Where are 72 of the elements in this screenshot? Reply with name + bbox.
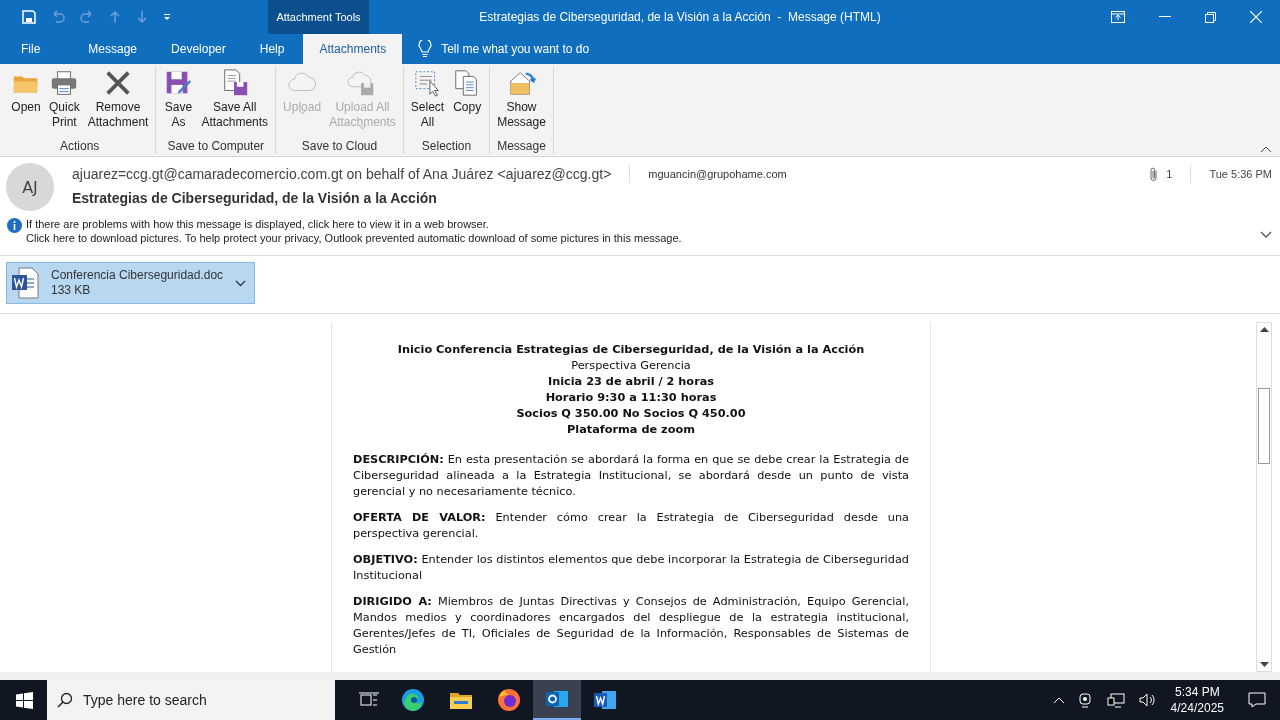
ribbon-display-icon[interactable] <box>1111 11 1125 23</box>
group-label: Selection <box>420 139 473 154</box>
ribbon-tab[interactable]: Message <box>75 34 151 64</box>
webcam-icon[interactable] <box>1078 692 1093 708</box>
info-bar-message[interactable]: If there are problems with how this message is displayed, click here to view it in a web browser. <box>26 217 1260 231</box>
ribbon-button[interactable]: Save All Attachments <box>197 66 273 139</box>
ribbon-tab[interactable]: File <box>8 34 54 64</box>
avatar: AJ <box>6 163 54 211</box>
collapse-ribbon-icon[interactable] <box>1260 146 1272 153</box>
clock-date[interactable]: 4/24/2025 <box>1170 700 1224 716</box>
group-label: Save to Cloud <box>300 139 379 154</box>
word-document-icon <box>11 267 39 299</box>
ribbon-button[interactable]: Copy <box>448 66 487 139</box>
sender: ajuarez=ccg.gt@camaradecomercio.com.gt on behalf of Ana Juárez <ajuarez@ccg.gt> <box>72 166 612 182</box>
body-paragraph: OFERTA DE VALOR: Entender cómo crear la Estrategia de Ciberseguridad desde una perspectiva gerencial. <box>353 510 909 542</box>
customize-icon[interactable] <box>162 12 172 22</box>
chevron-down-icon[interactable] <box>235 279 247 287</box>
restore-icon[interactable] <box>1205 11 1216 23</box>
search-icon <box>57 692 73 708</box>
recipient: mguancin@grupohame.com <box>648 168 787 180</box>
save-icon[interactable] <box>21 9 37 25</box>
chevron-up-icon[interactable] <box>1052 696 1065 704</box>
ribbon-button[interactable]: Open <box>7 66 45 139</box>
minimize-icon[interactable] <box>1159 16 1171 18</box>
fox-icon <box>496 687 522 713</box>
attachment-count: 1 <box>1166 168 1173 180</box>
lightbulb-icon <box>418 40 433 58</box>
body-paragraph: DESCRIPCIÓN: En esta presentación se abordará la forma en que se debe crear la Estrategia de Ciberseguridad alineada a la Estrategia Institucional, se abordará desde un punto de vista gerencial y no necesariamente técnico. <box>353 452 909 500</box>
ribbon-button[interactable]: Quick Print <box>45 66 84 139</box>
ribbon-button[interactable]: Select All <box>406 66 449 139</box>
scroll-up-icon[interactable] <box>1259 326 1269 332</box>
subject: Estrategias de Ciberseguridad, de la Visión a la Acción <box>72 190 438 206</box>
group-label: Save to Computer <box>166 139 266 154</box>
scroll-down-icon[interactable] <box>1259 662 1269 668</box>
ribbon-button[interactable]: Save As <box>159 66 198 139</box>
attachment-size: 133 KB <box>51 283 92 298</box>
window-title: Estrategias de Ciberseguridad, de la Visión a la Acción - Message (HTML) <box>478 10 882 24</box>
event-detail-line: Inicia 23 de abril / 2 horas <box>546 374 716 390</box>
tell-me-field[interactable]: Tell me what you want to do <box>441 42 590 56</box>
attachment-name: Conferencia Ciberseguridad.doc <box>51 268 224 283</box>
info-bar-message[interactable]: Click here to download pictures. To help protect your privacy, Outlook prevented automatic download of some pictures in this message. <box>26 231 1260 245</box>
browser-icon <box>400 687 426 713</box>
ribbon-button[interactable]: Remove Attachment <box>83 66 153 139</box>
start-icon[interactable] <box>16 691 33 709</box>
ribbon-tab[interactable]: Help <box>246 34 298 64</box>
event-detail-line: Plataforma de zoom <box>566 422 696 438</box>
chevron-down-icon[interactable] <box>1260 231 1272 238</box>
speaker-icon[interactable] <box>1138 692 1157 708</box>
close-icon[interactable] <box>1250 11 1262 23</box>
ribbon-button[interactable]: Show Message <box>493 66 550 139</box>
event-detail-line: Horario 9:30 a 11:30 horas <box>544 390 718 406</box>
clock-time[interactable]: 5:34 PM <box>1174 684 1220 700</box>
ribbon-tab[interactable]: Attachments <box>303 34 403 64</box>
body-paragraph: OBJETIVO: Entender los distintos elementos que debe incorporar la Estrategia de Ciberseguridad Institucional <box>353 552 909 584</box>
event-detail-line: Perspectiva Gerencia <box>570 358 692 374</box>
network-icon[interactable] <box>1106 692 1125 708</box>
scrollbar-thumb[interactable] <box>1258 388 1270 464</box>
notifications-icon[interactable] <box>1248 692 1266 708</box>
event-detail-line: Inicio Conferencia Estrategias de Ciberseguridad, de la Visión a la Acción <box>396 342 866 358</box>
task-view-icon[interactable] <box>359 692 379 708</box>
sent-time: Tue 5:36 PM <box>1209 168 1272 180</box>
group-label: Actions <box>59 139 101 154</box>
paperclip-icon <box>1149 166 1159 182</box>
body-paragraph: DIRIGIDO A: Miembros de Juntas Directivas y Consejos de Administración, Equipo Gerencial, Mandos medios y coordinadores encargados del despliegue de la estrategia institucional, Gerentes/Jefes de TI, Oficiales de Seguridad de la Información, Responsables de Sistemas de Gestión <box>353 594 909 658</box>
scrollbar[interactable] <box>1256 322 1272 672</box>
event-detail-line: Socios Q 350.00 No Socios Q 450.00 <box>515 406 747 422</box>
taskbar-search-field[interactable]: Type here to search <box>47 680 335 720</box>
info-icon <box>7 218 22 233</box>
ribbon-tab[interactable]: Developer <box>158 34 239 64</box>
group-label: Message <box>496 139 547 154</box>
attachment-chip[interactable]: Conferencia Ciberseguridad.doc 133 KB <box>6 262 256 304</box>
context-tab-label: Attachment Tools <box>268 0 369 34</box>
